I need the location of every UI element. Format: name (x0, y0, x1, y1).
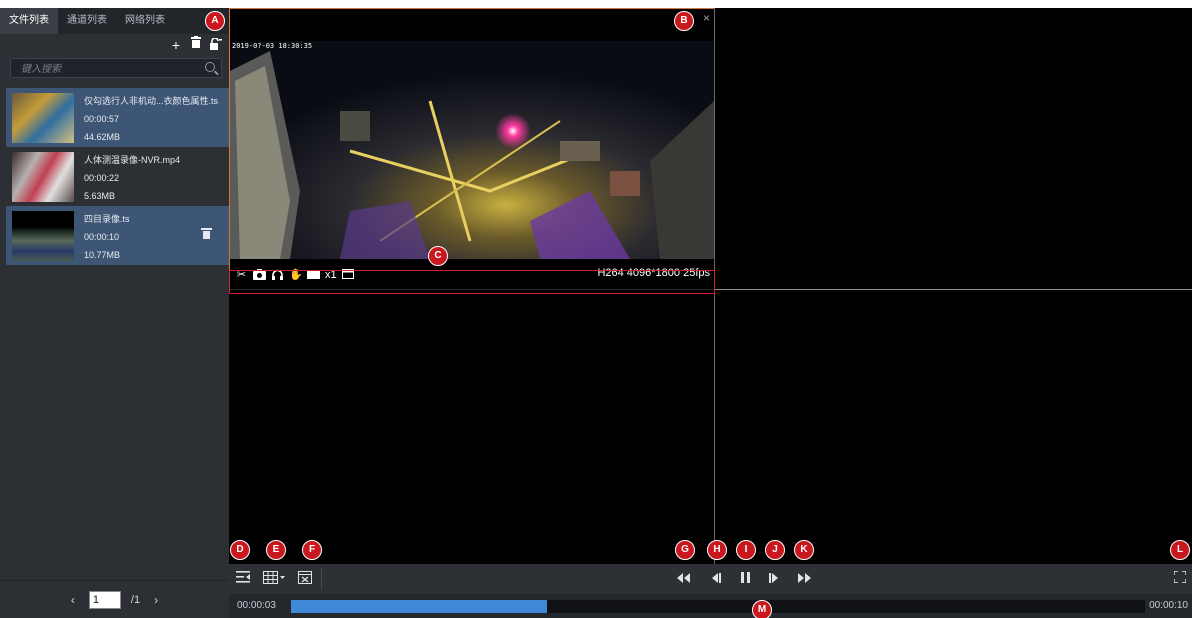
annotation-marker-h: H (707, 540, 727, 560)
file-size: 44.62MB (84, 132, 121, 142)
annotation-marker-a: A (205, 11, 225, 31)
annotation-box (229, 270, 715, 294)
close-icon[interactable]: × (703, 11, 710, 25)
close-all-icon[interactable] (297, 571, 313, 587)
video-pane-2[interactable] (715, 8, 1192, 289)
pause-icon[interactable] (738, 571, 752, 587)
annotation-marker-g: G (675, 540, 695, 560)
step-back-icon[interactable] (708, 571, 722, 587)
file-name: 四目录像.ts (84, 214, 130, 224)
step-forward-icon[interactable] (767, 571, 781, 587)
lock-icon[interactable] (209, 36, 223, 53)
tab-network-list[interactable]: 网络列表 (116, 8, 174, 34)
annotation-marker-e: E (266, 540, 286, 560)
search-input[interactable] (11, 60, 191, 79)
thumbnail (12, 211, 74, 261)
annotation-marker-l: L (1170, 540, 1190, 560)
video-player-app: 文件列表 通道列表 网络列表 + 仅勾选行人非机动...衣颜色属性.ts 00:… (0, 8, 1192, 618)
list-item[interactable]: 仅勾选行人非机动...衣颜色属性.ts 00:00:57 44.62MB (6, 88, 229, 147)
timeline: 00:00:03 00:00:10 (229, 594, 1192, 618)
delete-file-icon[interactable] (201, 228, 212, 239)
list-item[interactable]: 四目录像.ts 00:00:10 10.77MB (6, 206, 229, 265)
fullscreen-icon[interactable] (1173, 570, 1187, 587)
annotation-marker-i: I (736, 540, 756, 560)
file-name: 仅勾选行人非机动...衣颜色属性.ts (84, 96, 219, 106)
divider (321, 568, 322, 590)
progress-fill (291, 600, 548, 613)
file-duration: 00:00:57 (84, 114, 120, 124)
annotation-marker-m: M (752, 600, 772, 618)
progress-bar[interactable] (291, 600, 1145, 613)
layout-grid-icon[interactable] (262, 571, 288, 587)
annotation-marker-k: K (794, 540, 814, 560)
tab-file-list[interactable]: 文件列表 (0, 8, 58, 34)
plus-icon[interactable]: + (169, 37, 183, 53)
current-time: 00:00:03 (237, 600, 276, 611)
sidebar-tabs: 文件列表 通道列表 网络列表 (0, 8, 229, 34)
thumbnail (12, 93, 74, 143)
file-name: 人体测温录像-NVR.mp4 (84, 155, 181, 165)
control-bar (229, 564, 1192, 594)
end-time: 00:00:10 (1149, 600, 1188, 611)
page-number-input[interactable] (88, 590, 121, 609)
osd-timestamp: 2019-0?-03 18:30:35 (232, 42, 313, 50)
search-box (10, 58, 222, 79)
fast-forward-icon[interactable] (797, 571, 811, 587)
file-list: 仅勾选行人非机动...衣颜色属性.ts 00:00:57 44.62MB 人体测… (6, 88, 229, 265)
file-duration: 00:00:22 (84, 173, 120, 183)
rewind-icon[interactable] (676, 571, 690, 587)
video-pane-3[interactable] (229, 290, 714, 564)
annotation-marker-f: F (302, 540, 322, 560)
search-icon[interactable] (205, 62, 215, 72)
video-pane-1[interactable]: × 2019-0?-03 18:30:35 ✂ ✋ x1 H264 4096*1… (229, 8, 715, 290)
chevron-left-icon[interactable]: ‹ (67, 593, 79, 607)
file-duration: 00:00:10 (84, 232, 120, 242)
thumbnail (12, 152, 74, 202)
video-pane-4[interactable] (715, 290, 1192, 564)
file-tools: + (169, 36, 223, 53)
annotation-marker-c: C (428, 246, 448, 266)
chevron-right-icon[interactable]: › (150, 593, 162, 607)
annotation-marker-d: D (230, 540, 250, 560)
pagination: ‹ /1 › (0, 580, 229, 618)
trash-icon[interactable] (189, 36, 203, 53)
file-size: 10.77MB (84, 250, 121, 260)
annotation-marker-b: B (674, 11, 694, 31)
tab-channel-list[interactable]: 通道列表 (58, 8, 116, 34)
file-size: 5.63MB (84, 191, 116, 201)
page-total: /1 (130, 593, 141, 606)
playlist-icon[interactable] (235, 571, 251, 587)
video-frame (230, 41, 714, 259)
sidebar: 文件列表 通道列表 网络列表 + 仅勾选行人非机动...衣颜色属性.ts 00:… (0, 8, 229, 618)
list-item[interactable]: 人体测温录像-NVR.mp4 00:00:22 5.63MB (6, 147, 229, 206)
annotation-marker-j: J (765, 540, 785, 560)
